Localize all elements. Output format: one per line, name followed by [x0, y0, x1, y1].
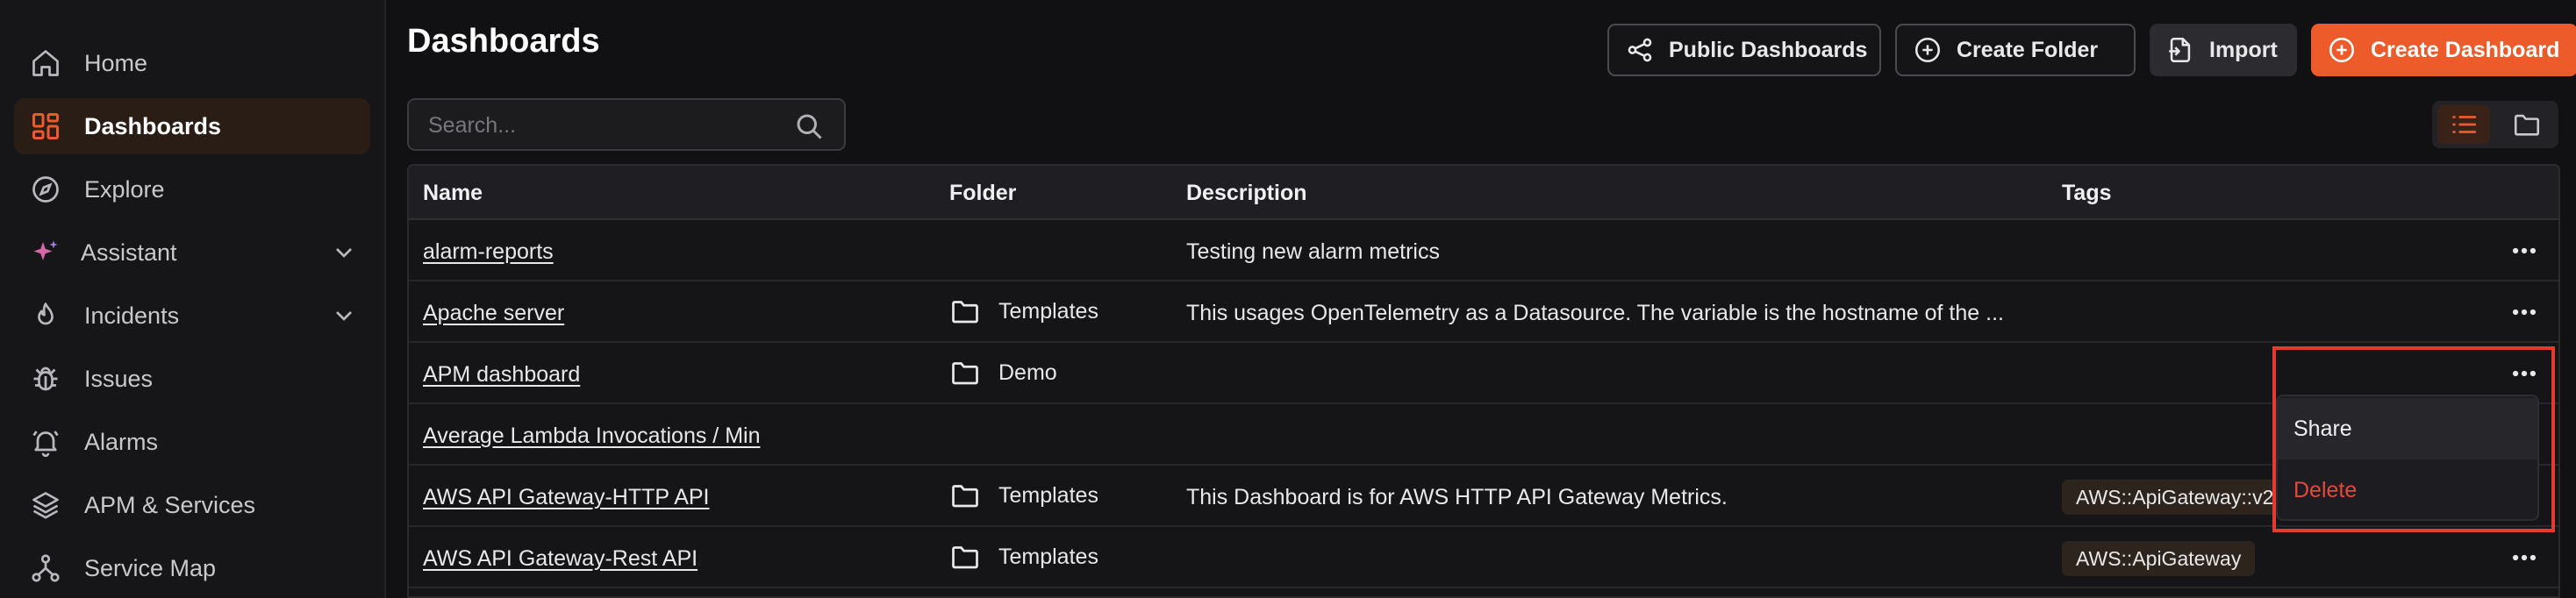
more-options-icon[interactable]	[2509, 299, 2539, 325]
flame-icon	[30, 300, 61, 331]
sidebar-item-label: Dashboards	[84, 112, 222, 139]
search-input[interactable]	[428, 112, 779, 139]
compass-icon	[30, 174, 61, 205]
sidebar-item-home[interactable]: Home	[14, 35, 370, 91]
list-view-button[interactable]	[2437, 105, 2490, 144]
table-header: Name Folder Description Tags	[409, 166, 2558, 220]
tag-badge[interactable]: AWS::ApiGateway::v2	[2062, 480, 2288, 515]
sidebar-item-assistant[interactable]: Assistant	[14, 224, 370, 281]
create-dashboard-button[interactable]: Create Dashboard	[2311, 24, 2576, 76]
column-header-name[interactable]: Name	[423, 181, 483, 206]
search-icon[interactable]	[793, 110, 825, 142]
folder-icon	[952, 301, 978, 324]
sidebar-item-issues[interactable]: Issues	[14, 351, 370, 407]
plus-circle-icon	[1914, 37, 1941, 63]
table-row[interactable]: AWS API Gateway-HTTP API Templates This …	[409, 466, 2558, 527]
folder-name: Templates	[998, 298, 1098, 324]
bug-icon	[30, 363, 61, 395]
import-button[interactable]: Import	[2150, 24, 2297, 76]
folder-cell[interactable]: Demo	[949, 357, 1057, 388]
folder-cell[interactable]: Templates	[949, 295, 1098, 327]
folder-cell[interactable]: Templates	[949, 541, 1098, 573]
folder-icon	[952, 485, 978, 508]
create-folder-label: Create Folder	[1957, 37, 2099, 62]
dashboards-table: Name Folder Description Tags alarm-repor…	[407, 164, 2560, 598]
folder-name: Templates	[998, 544, 1098, 569]
sidebar-item-label: Service Map	[84, 554, 217, 581]
folder-icon	[952, 546, 978, 569]
sidebar: Home Dashboards Explore Assistant Incide…	[0, 0, 386, 598]
sidebar-item-label: Home	[84, 49, 148, 76]
import-file-icon	[2169, 37, 2191, 63]
home-icon	[30, 47, 61, 79]
dashboard-link[interactable]: Apache server	[423, 301, 564, 326]
dashboard-link[interactable]: AWS API Gateway-Rest API	[423, 546, 698, 572]
sidebar-item-label: Assistant	[81, 238, 177, 266]
highlight-box	[2272, 346, 2555, 532]
dashboard-link[interactable]: AWS API Gateway-HTTP API	[423, 485, 710, 510]
create-dashboard-label: Create Dashboard	[2371, 37, 2560, 62]
layers-icon	[30, 489, 61, 521]
main-content: Dashboards Public Dashboards Create Fold…	[388, 0, 2576, 598]
folder-icon	[952, 362, 978, 385]
folder-name: Demo	[998, 360, 1057, 385]
dashboard-link[interactable]: alarm-reports	[423, 239, 554, 265]
folder-cell[interactable]: Templates	[949, 480, 1098, 511]
list-icon	[2452, 116, 2477, 133]
folder-view-button[interactable]	[2501, 105, 2553, 144]
sidebar-item-label: APM & Services	[84, 491, 256, 518]
table-row[interactable]: APM dashboard Demo	[409, 343, 2558, 404]
column-header-description[interactable]: Description	[1186, 181, 1307, 206]
dashboard-link[interactable]: Average Lambda Invocations / Min	[423, 424, 761, 449]
page-title: Dashboards	[407, 23, 600, 60]
table-row[interactable]: Average Lambda Invocations / Min	[409, 404, 2558, 466]
more-options-icon[interactable]	[2509, 238, 2539, 264]
dashboard-description: This usages OpenTelemetry as a Datasourc…	[1186, 301, 2004, 325]
public-dashboards-button[interactable]: Public Dashboards	[1607, 24, 1881, 76]
chevron-down-icon[interactable]	[330, 238, 358, 267]
alarm-bell-icon	[30, 426, 61, 458]
folder-icon	[2514, 114, 2540, 136]
sidebar-item-explore[interactable]: Explore	[14, 161, 370, 217]
sparkle-icon	[30, 237, 61, 268]
sidebar-item-label: Incidents	[84, 302, 180, 329]
share-icon	[1628, 38, 1652, 62]
folder-name: Templates	[998, 482, 1098, 508]
sidebar-item-dashboards[interactable]: Dashboards	[14, 98, 370, 154]
dashboard-description: This Dashboard is for AWS HTTP API Gatew…	[1186, 485, 1728, 509]
service-map-icon	[30, 552, 61, 584]
sidebar-item-service-map[interactable]: Service Map	[14, 540, 370, 596]
dashboards-icon	[30, 110, 61, 142]
sidebar-item-label: Alarms	[84, 428, 159, 455]
chevron-down-icon[interactable]	[330, 302, 358, 330]
dashboard-link[interactable]: APM dashboard	[423, 362, 580, 388]
sidebar-item-apm-services[interactable]: APM & Services	[14, 477, 370, 533]
import-label: Import	[2209, 37, 2278, 62]
table-row[interactable]: AWS API Gateway-Rest API Templates AWS::…	[409, 527, 2558, 588]
more-options-icon[interactable]	[2509, 545, 2539, 571]
sidebar-item-label: Issues	[84, 365, 154, 392]
plus-circle-icon	[2329, 37, 2355, 63]
search-box	[407, 98, 846, 151]
column-header-tags[interactable]: Tags	[2062, 181, 2112, 206]
view-toggle	[2432, 101, 2558, 148]
tag-badge[interactable]: AWS::ApiGateway	[2062, 541, 2256, 576]
column-header-folder[interactable]: Folder	[949, 181, 1016, 206]
create-folder-button[interactable]: Create Folder	[1895, 24, 2136, 76]
sidebar-item-incidents[interactable]: Incidents	[14, 288, 370, 344]
dashboard-description: Testing new alarm metrics	[1186, 239, 1440, 264]
sidebar-item-label: Explore	[84, 175, 165, 203]
table-row[interactable]: Apache server Templates This usages Open…	[409, 281, 2558, 343]
sidebar-item-alarms[interactable]: Alarms	[14, 414, 370, 470]
table-row[interactable]: alarm-reports Testing new alarm metrics	[409, 220, 2558, 281]
public-dashboards-label: Public Dashboards	[1669, 37, 1868, 62]
